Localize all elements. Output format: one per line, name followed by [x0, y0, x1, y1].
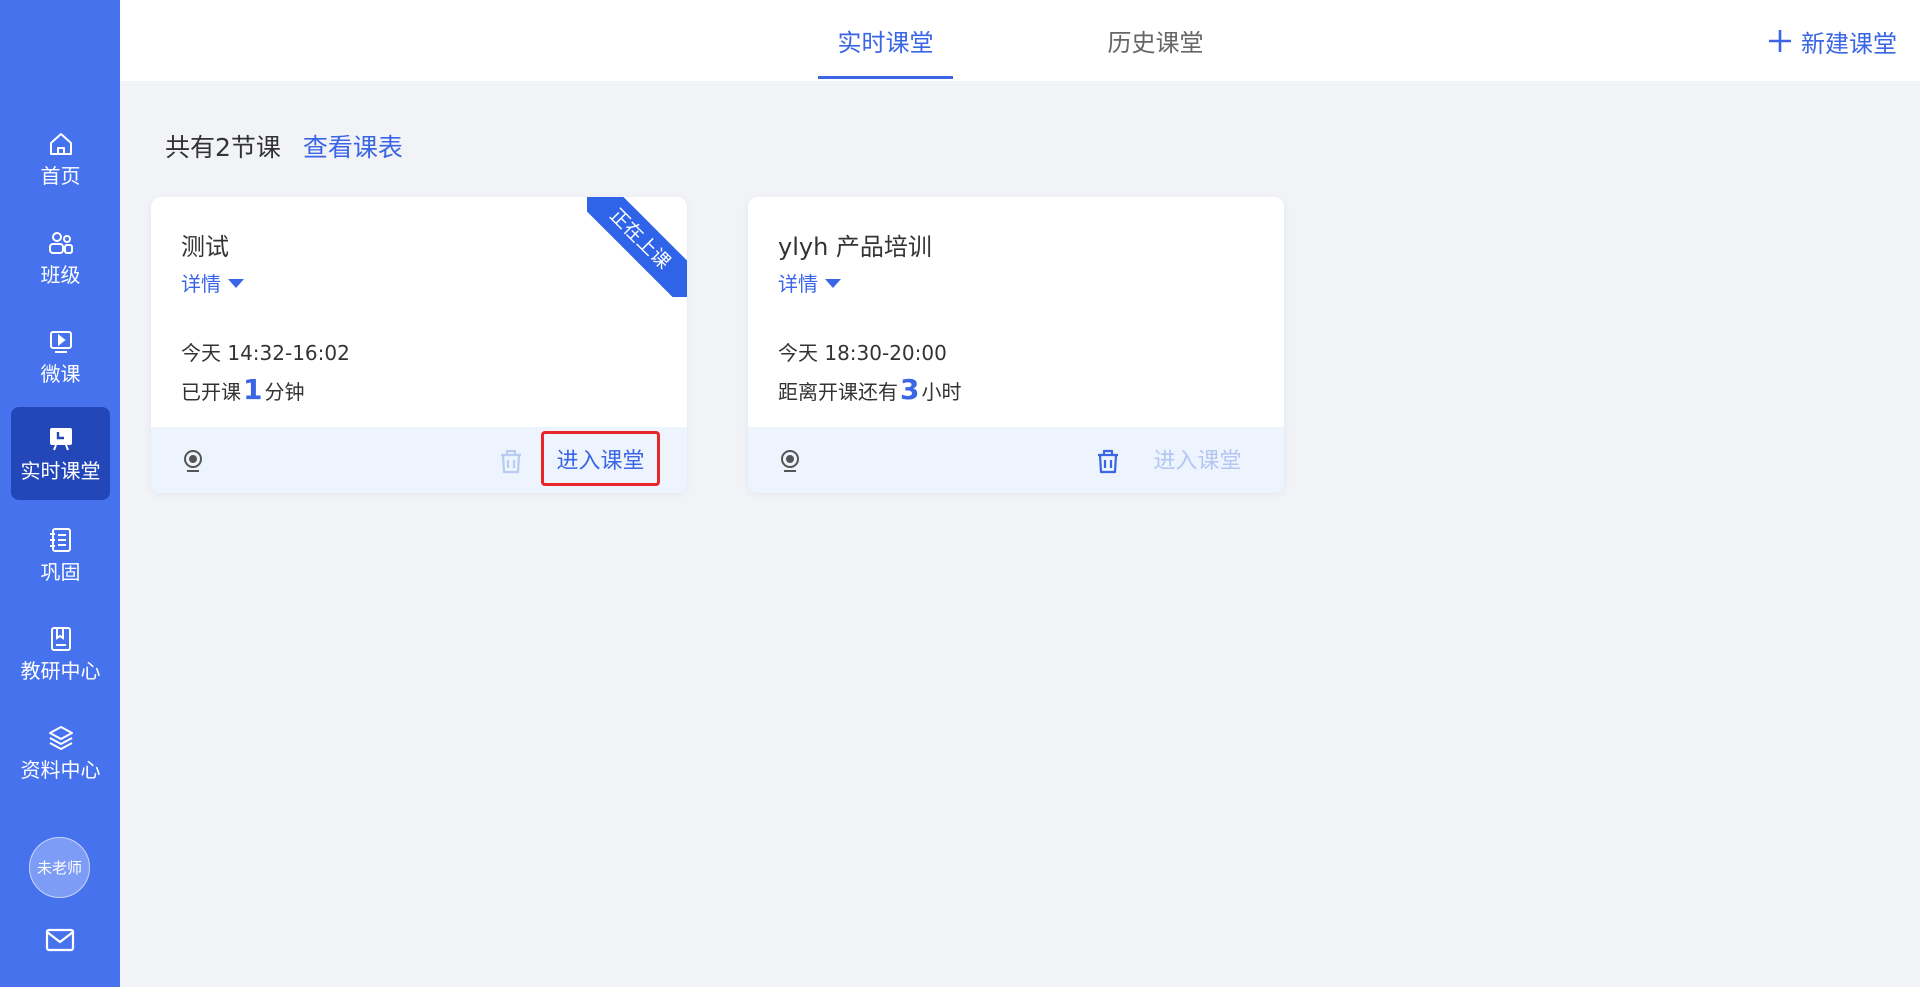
sidebar-item-research-center[interactable]: 教研中心 [11, 607, 110, 700]
live-ribbon-label: 正在上课 [587, 197, 687, 297]
sidebar-item-live-class[interactable]: 实时课堂 [11, 407, 110, 500]
sidebar-item-label: 微课 [40, 361, 81, 386]
status-number: 1 [243, 373, 263, 406]
caret-down-icon [228, 278, 244, 288]
home-icon [49, 132, 72, 155]
avatar[interactable]: 未老师 [29, 837, 90, 898]
trash-icon[interactable] [498, 447, 524, 475]
camera-icon[interactable] [779, 449, 801, 473]
details-label: 详情 [181, 272, 221, 296]
app: 首页 班级 微课 实时课堂 巩固 教研中心 资料中心 未老师 实时课堂 历史课堂… [0, 0, 1920, 987]
class-title: 测试 [181, 233, 229, 261]
status-number: 3 [900, 373, 920, 406]
book-icon [50, 626, 71, 651]
new-class-label: 新建课堂 [1801, 29, 1897, 58]
sidebar-item-label: 首页 [40, 163, 81, 188]
sidebar-item-consolidate[interactable]: 巩固 [11, 508, 110, 601]
class-summary: 共有2节课 查看课表 [165, 128, 403, 164]
sidebar-item-label: 实时课堂 [20, 458, 101, 483]
sidebar-item-class[interactable]: 班级 [11, 211, 110, 304]
class-time: 今天 18:30-20:00 [778, 341, 947, 365]
class-status: 已开课 1 分钟 [181, 373, 304, 406]
tab-live-class[interactable]: 实时课堂 [818, 0, 953, 81]
video-icon [49, 330, 72, 353]
class-title: ylyh 产品培训 [778, 233, 932, 261]
class-card: 正在上课 测试 详情 今天 14:32-16:02 已开课 1 分钟 进入课堂 [151, 197, 687, 493]
status-suffix: 分钟 [264, 380, 305, 404]
live-ribbon: 正在上课 [587, 197, 687, 297]
new-class-button[interactable]: 新建课堂 [1767, 22, 1897, 60]
camera-icon[interactable] [182, 449, 204, 473]
mail-icon[interactable] [44, 926, 76, 954]
live-class-icon [49, 427, 72, 450]
card-footer: 进入课堂 [151, 427, 687, 493]
sidebar-item-label: 资料中心 [20, 757, 101, 782]
plus-icon [1769, 30, 1791, 52]
class-status: 距离开课还有 3 小时 [778, 373, 961, 406]
sidebar-item-microclass[interactable]: 微课 [11, 310, 110, 403]
sidebar-item-label: 班级 [40, 262, 81, 287]
trash-icon[interactable] [1095, 447, 1121, 475]
view-schedule-link[interactable]: 查看课表 [303, 128, 403, 164]
users-icon [48, 231, 73, 254]
tab-history-class[interactable]: 历史课堂 [1088, 0, 1223, 81]
details-toggle[interactable]: 详情 [181, 268, 245, 297]
sidebar-item-resource-center[interactable]: 资料中心 [11, 706, 110, 799]
layers-icon [48, 725, 73, 750]
notebook-icon [49, 527, 71, 552]
card-footer: 进入课堂 [748, 427, 1284, 493]
status-prefix: 距离开课还有 [778, 380, 898, 404]
enter-class-button[interactable]: 进入课堂 [1138, 431, 1257, 486]
class-time: 今天 14:32-16:02 [181, 341, 350, 365]
sidebar: 首页 班级 微课 实时课堂 巩固 教研中心 资料中心 未老师 [0, 0, 120, 987]
sidebar-item-home[interactable]: 首页 [11, 112, 110, 205]
sidebar-item-label: 教研中心 [20, 658, 101, 683]
class-card: ylyh 产品培训 详情 今天 18:30-20:00 距离开课还有 3 小时 … [748, 197, 1284, 493]
status-suffix: 小时 [921, 380, 962, 404]
sidebar-item-label: 巩固 [40, 559, 81, 584]
class-count: 共有2节课 [165, 133, 281, 162]
details-label: 详情 [778, 272, 818, 296]
enter-class-button[interactable]: 进入课堂 [541, 431, 660, 486]
topbar: 实时课堂 历史课堂 新建课堂 [120, 0, 1920, 81]
status-prefix: 已开课 [181, 380, 241, 404]
details-toggle[interactable]: 详情 [778, 268, 842, 297]
caret-down-icon [825, 278, 841, 288]
